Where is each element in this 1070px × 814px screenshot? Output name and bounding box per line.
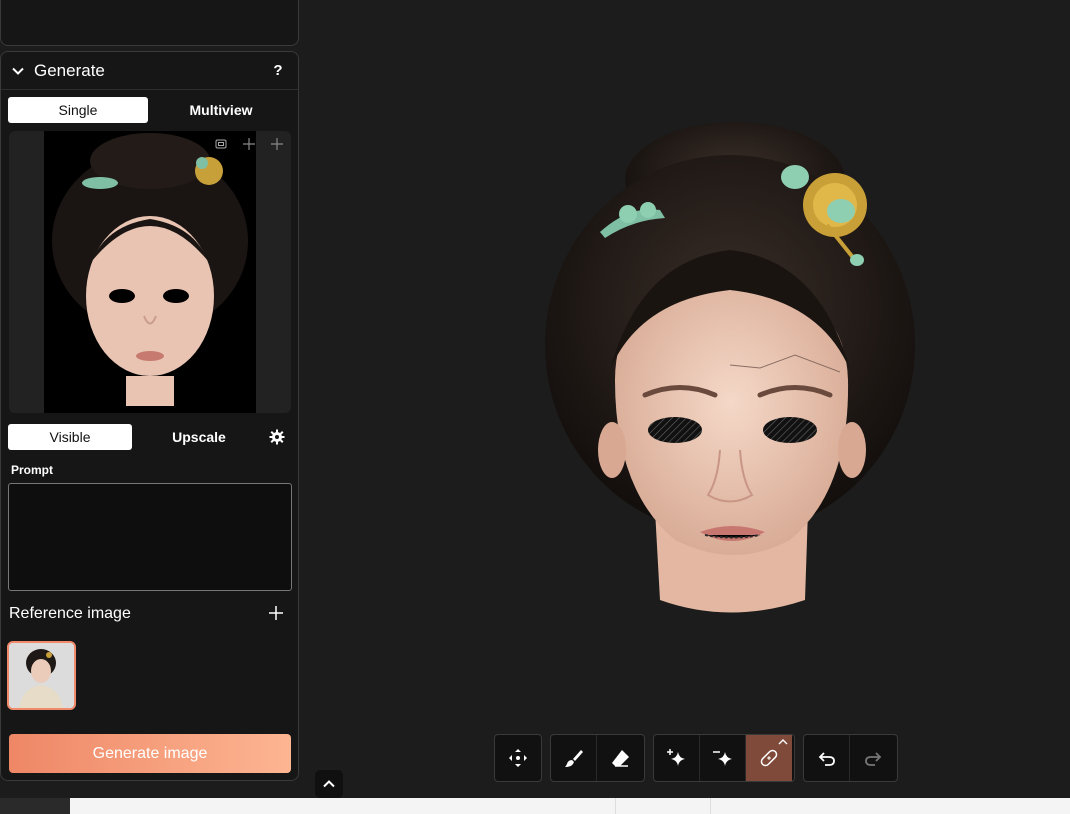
bottom-bar-segment	[0, 798, 70, 814]
eraser-tool-button[interactable]	[597, 735, 643, 781]
head-model	[545, 122, 915, 613]
add-icon[interactable]	[270, 137, 284, 151]
add-reference-icon[interactable]	[267, 604, 285, 622]
generate-panel: Generate ? Single Multiview Visible Upsc…	[0, 51, 299, 781]
divider	[615, 798, 616, 814]
sparkle-remove-icon	[712, 751, 732, 766]
sparkle-remove-button[interactable]	[700, 735, 746, 781]
sparkle-add-icon	[666, 749, 685, 766]
chevron-up-icon	[323, 780, 335, 788]
divider	[710, 798, 711, 814]
bottom-bar	[0, 798, 1070, 814]
generated-preview[interactable]	[9, 131, 291, 413]
reference-image-thumbnail[interactable]	[7, 641, 76, 710]
brush-icon	[564, 750, 583, 767]
chevron-down-icon[interactable]	[11, 64, 25, 78]
generate-panel-header[interactable]: Generate ?	[1, 52, 298, 90]
settings-gear-icon[interactable]	[269, 429, 285, 445]
view-tabs: Visible Upscale	[8, 424, 266, 450]
tab-multiview[interactable]: Multiview	[148, 97, 294, 123]
toolbar-move-group	[494, 734, 542, 782]
caret-up-icon[interactable]	[778, 737, 788, 748]
eraser-icon	[612, 750, 629, 767]
brush-tool-button[interactable]	[551, 735, 597, 781]
redo-button[interactable]	[850, 735, 896, 781]
3d-viewport[interactable]	[520, 110, 940, 640]
generate-image-button[interactable]: Generate image	[9, 734, 291, 773]
toolbar-paint-group	[550, 734, 645, 782]
tab-upscale[interactable]: Upscale	[132, 424, 266, 450]
collapsed-panel	[0, 0, 299, 46]
help-button[interactable]: ?	[268, 62, 288, 79]
prompt-label: Prompt	[11, 463, 53, 477]
tab-single[interactable]: Single	[8, 97, 148, 123]
reference-image-label: Reference image	[9, 605, 131, 622]
crosshair-icon[interactable]	[242, 137, 256, 151]
undo-icon	[818, 752, 835, 766]
tab-visible[interactable]: Visible	[8, 424, 132, 450]
expand-panel-button[interactable]	[315, 770, 343, 798]
save-icon[interactable]	[214, 137, 228, 151]
panel-title: Generate	[34, 60, 105, 80]
bandage-tool-button[interactable]	[746, 735, 792, 781]
move-icon	[509, 749, 527, 767]
mode-tabs: Single Multiview	[8, 97, 294, 123]
preview-image	[44, 131, 256, 413]
sparkle-add-button[interactable]	[654, 735, 700, 781]
undo-button[interactable]	[804, 735, 850, 781]
toolbar-ai-group	[653, 734, 795, 782]
move-tool-button[interactable]	[495, 735, 541, 781]
bandage-icon	[760, 749, 778, 767]
redo-icon	[865, 752, 882, 766]
prompt-input[interactable]	[8, 483, 292, 591]
toolbar-history-group	[803, 734, 898, 782]
